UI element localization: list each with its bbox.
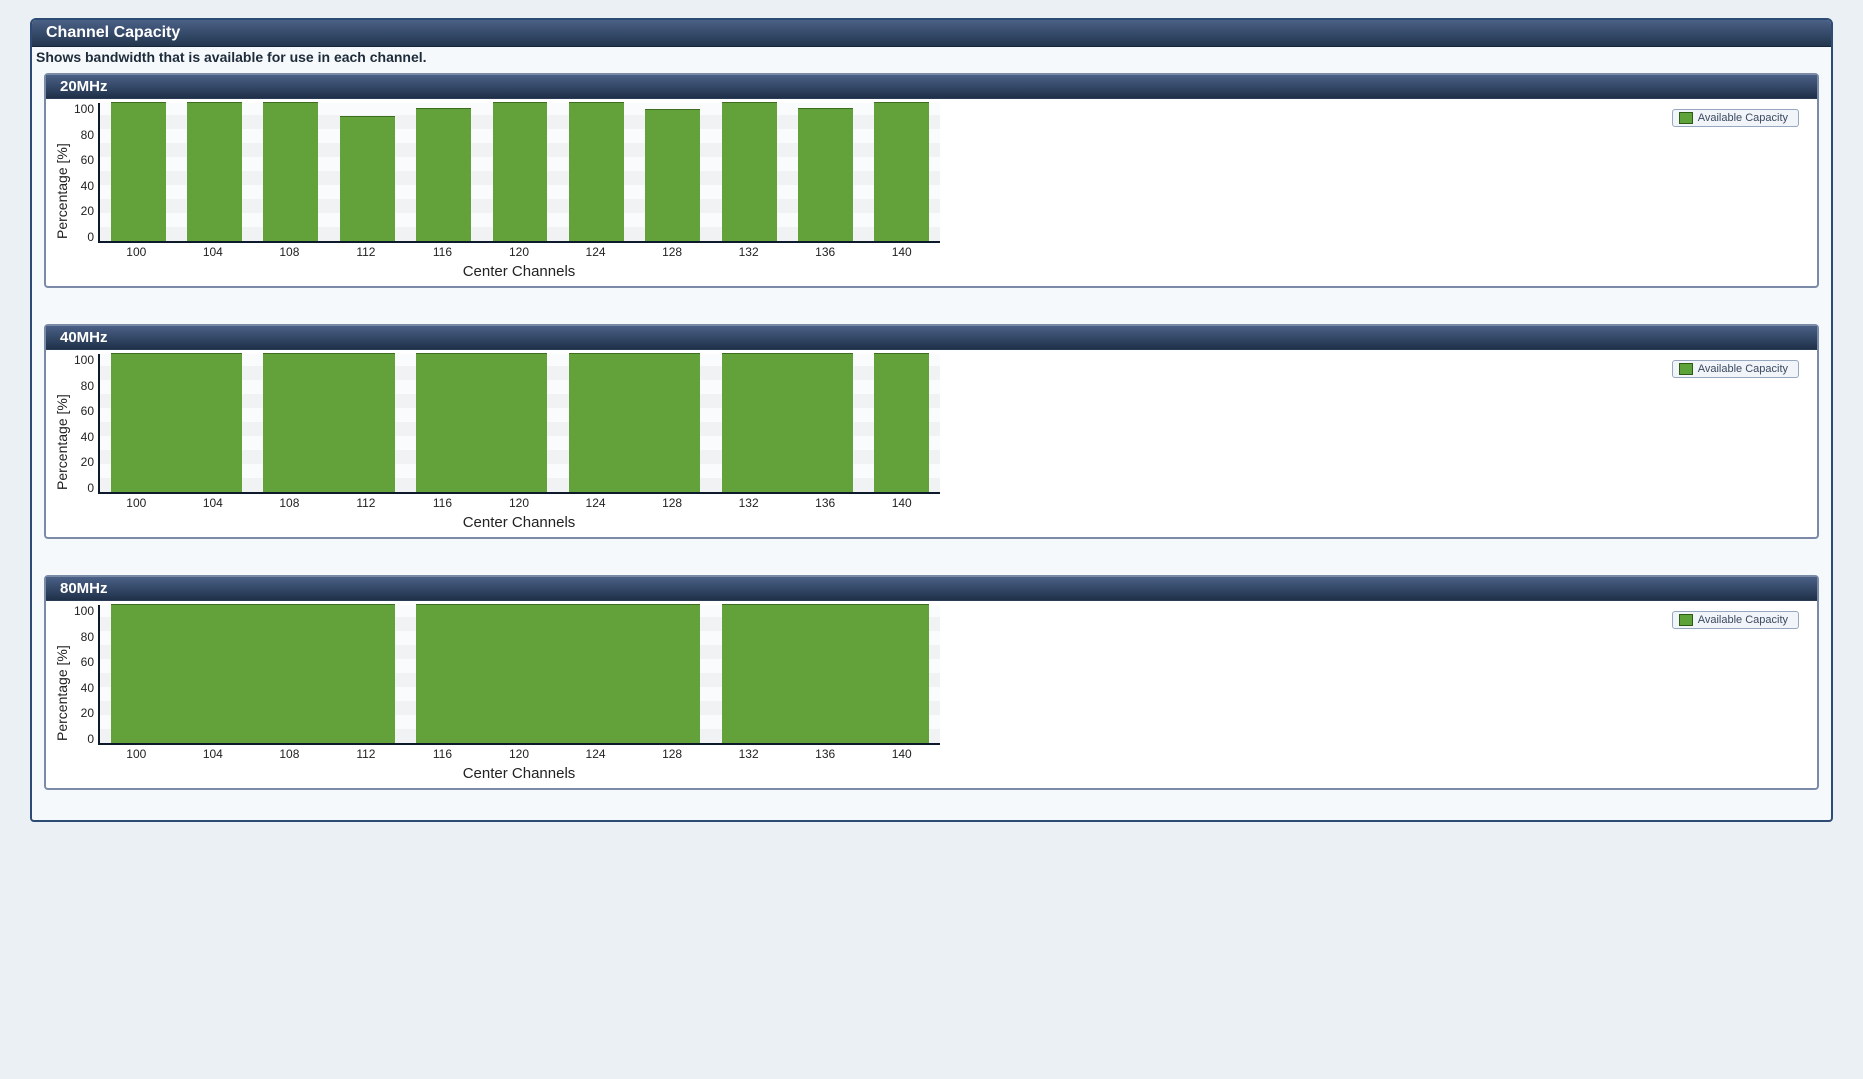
plot-area xyxy=(98,354,940,494)
legend-label: Available Capacity xyxy=(1698,112,1788,124)
bar xyxy=(645,109,700,241)
chart-c80: 80MHz Percentage [%]100806040200100104108… xyxy=(44,575,1819,790)
legend-label: Available Capacity xyxy=(1698,363,1788,375)
chart-title: 20MHz xyxy=(46,75,1817,99)
panel-description: Shows bandwidth that is available for us… xyxy=(34,47,1829,73)
legend-swatch-icon xyxy=(1679,363,1693,375)
x-axis-label: Center Channels xyxy=(98,263,940,280)
y-ticks: 100806040200 xyxy=(72,605,98,745)
bar xyxy=(569,102,624,241)
bar xyxy=(798,108,853,241)
legend-label: Available Capacity xyxy=(1698,614,1788,626)
x-ticks: 100104108112116120124128132136140 xyxy=(98,243,940,261)
legend: Available Capacity xyxy=(1672,611,1799,629)
y-ticks: 100806040200 xyxy=(72,354,98,494)
bar xyxy=(569,353,700,492)
bar xyxy=(416,604,700,743)
panel-title: Channel Capacity xyxy=(32,20,1831,47)
bar xyxy=(263,102,318,241)
y-axis-label: Percentage [%] xyxy=(52,605,72,782)
x-axis-label: Center Channels xyxy=(98,514,940,531)
plot-area xyxy=(98,605,940,745)
bar xyxy=(111,353,242,492)
bar xyxy=(111,604,395,743)
chart-c20: 20MHz Percentage [%]100806040200100104108… xyxy=(44,73,1819,288)
y-ticks: 100806040200 xyxy=(72,103,98,243)
legend-swatch-icon xyxy=(1679,614,1693,626)
bar xyxy=(111,102,166,241)
bar xyxy=(493,102,548,241)
y-axis-label: Percentage [%] xyxy=(52,354,72,531)
legend: Available Capacity xyxy=(1672,109,1799,127)
bar xyxy=(416,353,547,492)
x-ticks: 100104108112116120124128132136140 xyxy=(98,494,940,512)
y-axis-label: Percentage [%] xyxy=(52,103,72,280)
bar xyxy=(722,102,777,241)
legend: Available Capacity xyxy=(1672,360,1799,378)
bar xyxy=(874,102,929,241)
bar xyxy=(187,102,242,241)
legend-swatch-icon xyxy=(1679,112,1693,124)
bar xyxy=(340,116,395,241)
channel-capacity-panel: Channel Capacity Shows bandwidth that is… xyxy=(30,18,1833,822)
x-axis-label: Center Channels xyxy=(98,765,940,782)
bar xyxy=(722,604,930,743)
chart-c40: 40MHz Percentage [%]100806040200100104108… xyxy=(44,324,1819,539)
bar xyxy=(263,353,394,492)
bar xyxy=(416,108,471,241)
chart-title: 80MHz xyxy=(46,577,1817,601)
x-ticks: 100104108112116120124128132136140 xyxy=(98,745,940,763)
chart-title: 40MHz xyxy=(46,326,1817,350)
plot-area xyxy=(98,103,940,243)
bar xyxy=(722,353,853,492)
bar xyxy=(874,353,929,492)
